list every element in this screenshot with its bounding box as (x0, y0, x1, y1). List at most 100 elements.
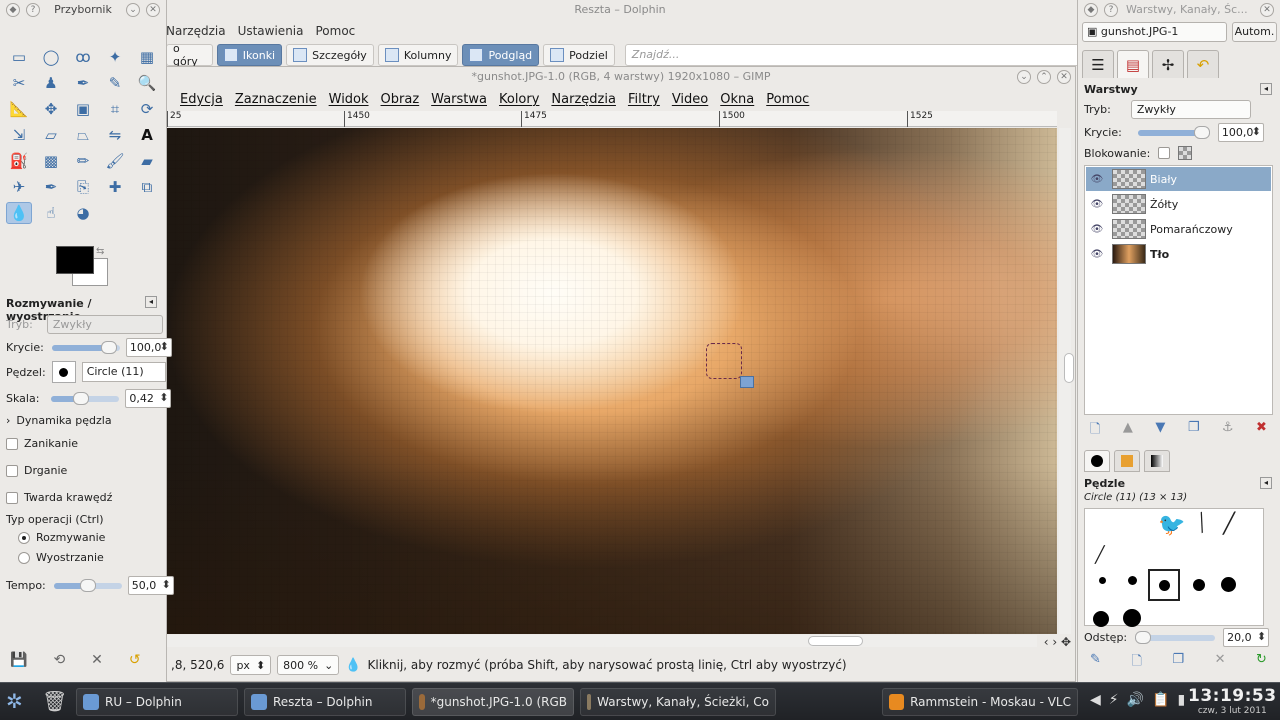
free-select-tool-icon[interactable]: ꝏ (70, 46, 96, 68)
menu-kolory[interactable]: Kolory (499, 92, 539, 107)
spacing-spin[interactable]: 20,0 (1223, 628, 1270, 647)
anchor-layer-icon[interactable]: ⚓ (1222, 420, 1234, 442)
tab-layers-icon[interactable]: ☰ (1082, 50, 1114, 78)
zoom-select[interactable]: 800 % ⌄ (277, 655, 340, 675)
eye-icon[interactable]: 👁 (1086, 249, 1108, 260)
blend-tool-icon[interactable]: ▩ (38, 150, 64, 172)
tab-undo-icon[interactable]: ↶ (1187, 50, 1219, 78)
preview-button[interactable]: Podgląd (462, 44, 540, 66)
rotate-tool-icon[interactable]: ⟳ (134, 98, 160, 120)
scale-spin[interactable]: 0,42 (125, 389, 172, 408)
brush-item[interactable]: ╱ (1193, 512, 1211, 533)
layer-row[interactable]: 👁 Pomarańczowy (1086, 217, 1271, 241)
close-button[interactable]: ✕ (1057, 70, 1071, 84)
task-ru-dolphin[interactable]: RU – Dolphin (76, 688, 238, 716)
layer-row[interactable]: 👁 Biały (1086, 167, 1271, 191)
search-input[interactable]: Znajdź... (624, 44, 1080, 66)
tab-gradients-icon[interactable] (1144, 450, 1170, 472)
fade-row[interactable]: Zanikanie (6, 437, 78, 450)
eraser-tool-icon[interactable]: ▰ (134, 150, 160, 172)
duplicate-brush-icon[interactable]: ❐ (1172, 652, 1184, 674)
brush-item[interactable]: ╱ (1095, 545, 1105, 564)
close-button[interactable]: ✕ (1260, 3, 1274, 17)
menu-pomoc[interactable]: Pomoc (315, 24, 355, 38)
minimize-button[interactable]: ⌄ (126, 3, 140, 17)
new-layer-icon[interactable]: 🗋 (1090, 420, 1100, 442)
delete-options-icon[interactable]: ✕ (91, 652, 103, 668)
blur-radio[interactable] (18, 531, 30, 544)
horizontal-scrollbar[interactable] (167, 635, 1037, 647)
tab-channels-icon[interactable]: ▤ (1117, 50, 1149, 78)
dodge-burn-tool-icon[interactable]: ◕ (70, 202, 96, 224)
heal-tool-icon[interactable]: ✚ (102, 176, 128, 198)
pin-icon[interactable]: ? (1104, 3, 1118, 17)
auto-button[interactable]: Autom. (1232, 22, 1277, 42)
brush-item[interactable] (1193, 579, 1205, 591)
spacing-knob[interactable] (1135, 630, 1152, 644)
maximize-button[interactable]: ⌃ (1037, 70, 1051, 84)
edit-brush-icon[interactable]: ✎ (1090, 652, 1101, 674)
lock-pixels-checkbox[interactable] (1158, 147, 1171, 159)
color-select-tool-icon[interactable]: ▦ (134, 46, 160, 68)
panel-menu-icon[interactable]: ◂ (1260, 477, 1272, 489)
brush-item[interactable] (1159, 580, 1170, 591)
brush-item[interactable] (1128, 576, 1137, 585)
minimize-button[interactable]: ⌄ (1017, 70, 1031, 84)
layer-opacity-spin[interactable]: 100,0 (1217, 123, 1264, 142)
jitter-checkbox[interactable] (6, 464, 18, 477)
layer-opacity-slider[interactable] (1137, 125, 1210, 139)
move-tool-icon[interactable]: ✥ (38, 98, 64, 120)
pin-icon[interactable]: ? (26, 3, 40, 17)
rect-select-tool-icon[interactable]: ▭ (6, 46, 32, 68)
crop-tool-icon[interactable]: ⌗ (102, 98, 128, 120)
paths-tool-icon[interactable]: ✒ (70, 72, 96, 94)
mode-select[interactable]: Zwykły (46, 315, 163, 334)
layer-row[interactable]: 👁 Żółty (1086, 192, 1271, 216)
navigate-icon[interactable]: ‹ › ✥ (1044, 635, 1071, 649)
scissors-select-tool-icon[interactable]: ✂ (6, 72, 32, 94)
icons-view-button[interactable]: Ikonki (216, 44, 283, 66)
tab-brushes-icon[interactable] (1084, 450, 1110, 472)
details-view-button[interactable]: Szczegóły (286, 44, 374, 66)
airbrush-tool-icon[interactable]: ✈ (6, 176, 32, 198)
menu-ustawienia[interactable]: Ustawienia (238, 24, 304, 38)
lock-alpha-icon[interactable] (1178, 146, 1193, 160)
foreground-color[interactable] (56, 246, 94, 274)
brush-name-field[interactable]: Circle (11) (81, 362, 166, 382)
restore-options-icon[interactable]: ⟲ (53, 652, 65, 668)
brush-item[interactable] (1099, 577, 1106, 584)
menu-edycja[interactable]: Edycja (180, 92, 223, 107)
menu-widok[interactable]: Widok (329, 92, 369, 107)
panel-menu-icon[interactable]: ◂ (1260, 83, 1272, 95)
layer-mode-select[interactable]: Zwykły (1130, 100, 1251, 119)
layer-row[interactable]: 👁 Tło (1086, 242, 1271, 266)
brush-item[interactable] (1093, 611, 1109, 627)
network-icon[interactable]: ▮ (1178, 692, 1186, 708)
fade-checkbox[interactable] (6, 437, 18, 450)
brush-item[interactable]: 🐦 (1158, 513, 1185, 538)
task-gimp-image[interactable]: *gunshot.JPG-1.0 (RGB (412, 688, 574, 716)
unit-select[interactable]: px ⬍ (230, 655, 272, 675)
scale-slider[interactable] (51, 391, 120, 405)
menu-icon[interactable]: ◆ (6, 3, 20, 17)
task-reszta-dolphin[interactable]: Reszta – Dolphin (244, 688, 406, 716)
menu-pomoc[interactable]: Pomoc (766, 92, 809, 107)
new-brush-icon[interactable]: 🗋 (1131, 652, 1141, 674)
hard-edge-checkbox[interactable] (6, 491, 18, 504)
duplicate-layer-icon[interactable]: ❐ (1188, 420, 1200, 442)
columns-view-button[interactable]: Kolumny (377, 44, 459, 66)
clock[interactable]: 13:19:53 czw, 3 lut 2011 (1188, 686, 1277, 716)
menu-narzedzia[interactable]: Narzędzia (166, 24, 226, 38)
close-button[interactable]: ✕ (146, 3, 160, 17)
split-button[interactable]: Podziel (543, 44, 615, 66)
ink-tool-icon[interactable]: ✒ (38, 176, 64, 198)
scale-tool-icon[interactable]: ⇲ (6, 124, 32, 146)
text-tool-icon[interactable]: A (134, 124, 160, 146)
fuzzy-select-tool-icon[interactable]: ✦ (102, 46, 128, 68)
ellipse-select-tool-icon[interactable]: ◯ (38, 46, 64, 68)
tab-paths-icon[interactable]: ✢ (1152, 50, 1184, 78)
trash-icon[interactable]: 🗑 (42, 689, 67, 713)
opacity-slider[interactable] (51, 340, 120, 354)
color-picker-tool-icon[interactable]: ✎ (102, 72, 128, 94)
tab-patterns-icon[interactable] (1114, 450, 1140, 472)
